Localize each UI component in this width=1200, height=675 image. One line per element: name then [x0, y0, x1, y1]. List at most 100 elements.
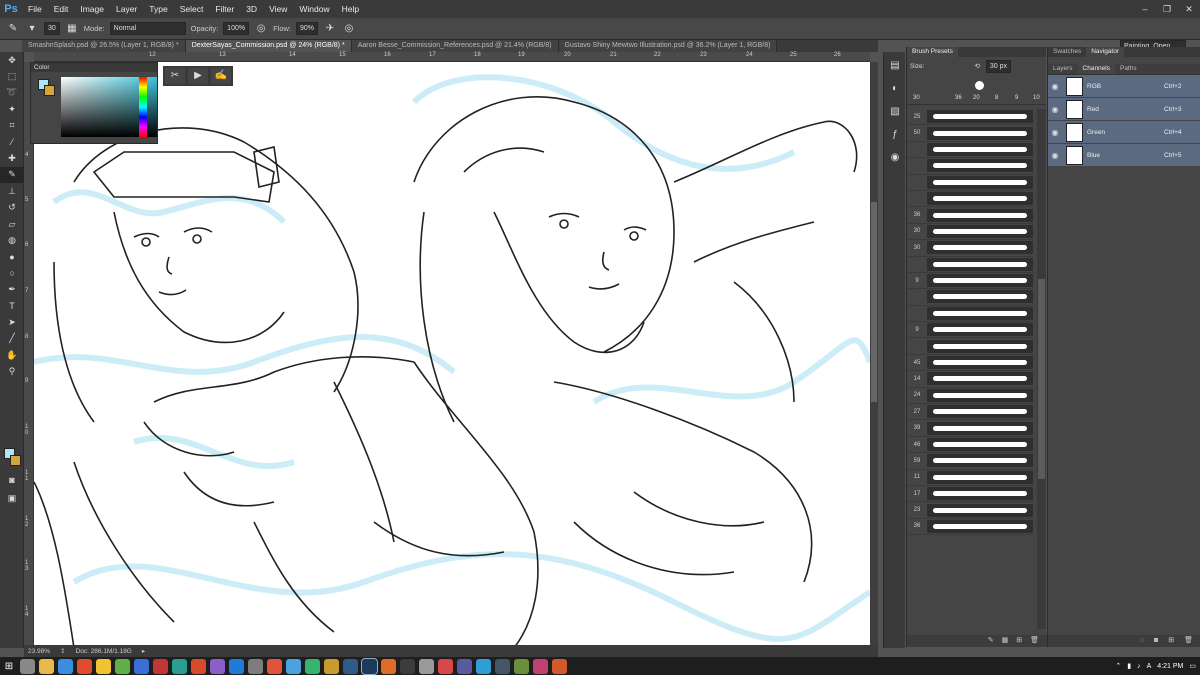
brush-preset-row[interactable]: 59 — [907, 453, 1033, 470]
menu-file[interactable]: File — [22, 4, 48, 14]
minimize-button[interactable]: – — [1134, 0, 1156, 18]
tab-paths[interactable]: Paths — [1115, 64, 1142, 74]
eyedropper-tool-icon[interactable]: ⁄ — [0, 134, 24, 150]
brush-tool-icon[interactable]: ✎ — [6, 22, 20, 36]
preset-size[interactable]: 20 — [973, 95, 980, 101]
document-canvas[interactable] — [34, 62, 870, 648]
menu-3d[interactable]: 3D — [240, 4, 263, 14]
tab-document-active[interactable]: DexterSayas_Commission.psd @ 24% (RGB/8)… — [185, 40, 352, 52]
play-icon[interactable]: ▶ — [188, 68, 208, 84]
move-tool-icon[interactable]: ✥ — [0, 52, 24, 68]
app-icon[interactable] — [305, 658, 320, 674]
hue-slider[interactable] — [139, 77, 147, 137]
tab-document[interactable]: SmashnSplash.psd @ 26.5% (Layer 1, RGB/8… — [22, 40, 186, 52]
share-icon[interactable]: ⇪ — [60, 647, 65, 655]
stamp-tool-icon[interactable]: ⊥ — [0, 183, 24, 199]
brush-preset-row[interactable]: 39 — [907, 420, 1033, 437]
brush-preset-row[interactable] — [907, 158, 1033, 175]
app-icon[interactable] — [267, 658, 282, 674]
healing-tool-icon[interactable]: ✚ — [0, 150, 24, 166]
quick-select-tool-icon[interactable]: ✦ — [0, 101, 24, 117]
lightroom-icon[interactable] — [343, 658, 358, 674]
brush-size-box[interactable]: 30 — [44, 22, 60, 35]
new-preset-icon[interactable]: ⊞ — [1016, 635, 1022, 647]
brush-preset-row[interactable]: 9 — [907, 322, 1033, 339]
app-icon[interactable] — [533, 658, 548, 674]
app-icon[interactable] — [419, 658, 434, 674]
photoshop-taskbar-icon[interactable] — [361, 657, 378, 675]
tab-layers[interactable]: Layers — [1048, 64, 1078, 74]
lasso-tool-icon[interactable]: ➰ — [0, 85, 24, 101]
volume-icon[interactable]: ♪ — [1137, 663, 1141, 670]
brush-tool-icon[interactable]: ✎ — [0, 166, 24, 184]
tab-brush-presets[interactable]: Brush Presets — [907, 47, 958, 57]
history-brush-tool-icon[interactable]: ↺ — [0, 200, 24, 216]
round-brush-tip-icon[interactable] — [975, 81, 984, 90]
zoom-level[interactable]: 23.98% — [28, 648, 50, 655]
app-icon[interactable] — [248, 658, 263, 674]
brush-preset-row[interactable]: 36 — [907, 207, 1033, 224]
chevron-down-icon[interactable]: ▾ — [25, 22, 39, 36]
channel-row-rgb[interactable]: ◉ RGB Ctrl+2 — [1048, 75, 1200, 98]
new-channel-icon[interactable]: ⊞ — [1168, 635, 1174, 647]
brush-list-scrollbar[interactable] — [1037, 109, 1046, 629]
app-icon[interactable] — [476, 658, 491, 674]
channel-row-red[interactable]: ◉ Red Ctrl+3 — [1048, 98, 1200, 121]
brush-preset-row[interactable] — [907, 191, 1033, 208]
status-menu-arrow-icon[interactable]: ▸ — [142, 647, 145, 655]
brush-preset-row[interactable]: 45 — [907, 355, 1033, 372]
screen-mode-icon[interactable]: ▣ — [0, 490, 24, 506]
brush-preset-row[interactable] — [907, 175, 1033, 191]
brush-stroke-icon[interactable]: ✍ — [211, 68, 231, 84]
app-icon[interactable] — [438, 658, 453, 674]
airbrush-icon[interactable]: ✈ — [323, 22, 337, 36]
tab-document[interactable]: Gustavo Shiny Mewtwo Illustration.psd @ … — [558, 40, 778, 52]
eye-icon[interactable]: ◉ — [1048, 82, 1062, 91]
brush-preset-row[interactable]: 14 — [907, 371, 1033, 388]
app-icon[interactable] — [552, 658, 567, 674]
quick-mask-icon[interactable]: ◙ — [0, 472, 24, 488]
clone-source-icon[interactable]: ◉ — [884, 149, 906, 167]
brush-preset-row[interactable]: 46 — [907, 437, 1033, 454]
scrollbar-thumb[interactable] — [1038, 279, 1045, 479]
channel-row-green[interactable]: ◉ Green Ctrl+4 — [1048, 121, 1200, 144]
menu-layer[interactable]: Layer — [110, 4, 143, 14]
menu-filter[interactable]: Filter — [209, 4, 240, 14]
file-explorer-icon[interactable] — [39, 658, 54, 674]
preset-size[interactable]: 10 — [1033, 95, 1040, 101]
background-color-swatch[interactable] — [10, 455, 21, 466]
bridge-icon[interactable] — [324, 658, 339, 674]
menu-edit[interactable]: Edit — [48, 4, 75, 14]
load-selection-icon[interactable]: ◌ — [1140, 635, 1144, 647]
app-icon[interactable] — [115, 658, 130, 674]
vertical-ruler[interactable]: 4 5 6 7 8 9 1 0 1 1 1 2 1 3 1 4 — [24, 62, 34, 648]
brush-preset-row[interactable]: 30 — [907, 224, 1033, 241]
app-icon[interactable] — [191, 658, 206, 674]
eye-icon[interactable]: ◉ — [1048, 151, 1062, 160]
scrollbar-thumb[interactable] — [871, 202, 877, 402]
app-icon[interactable] — [229, 658, 244, 674]
menu-image[interactable]: Image — [74, 4, 110, 14]
task-view-icon[interactable] — [20, 658, 35, 674]
app-icon[interactable] — [400, 658, 415, 674]
app-icon[interactable] — [457, 658, 472, 674]
color-panel-background-swatch[interactable] — [44, 85, 55, 96]
edge-icon[interactable] — [58, 658, 73, 674]
eye-icon[interactable]: ◉ — [1048, 128, 1062, 137]
trash-icon[interactable]: 🗑 — [1184, 635, 1193, 647]
channel-row-blue[interactable]: ◉ Blue Ctrl+5 — [1048, 144, 1200, 167]
save-selection-icon[interactable]: ◙ — [1154, 635, 1158, 647]
brush-preset-row[interactable] — [907, 257, 1033, 273]
preset-size[interactable]: 36 — [955, 95, 962, 101]
tab-document[interactable]: Aaron Besse_Commission_References.psd @ … — [351, 40, 559, 52]
preset-size[interactable]: 8 — [995, 95, 998, 101]
restore-button[interactable]: ❐ — [1156, 0, 1178, 18]
hand-tool-icon[interactable]: ✋ — [0, 347, 24, 363]
app-icon[interactable] — [153, 658, 168, 674]
eye-icon[interactable]: ◉ — [1048, 105, 1062, 114]
properties-icon[interactable]: ▧ — [884, 103, 906, 121]
brush-preset-row[interactable]: 25 — [907, 109, 1033, 126]
brush-preset-row[interactable]: 23 — [907, 502, 1033, 519]
mode-select[interactable]: Normal — [109, 22, 186, 35]
opacity-field[interactable]: 100% — [223, 22, 250, 35]
